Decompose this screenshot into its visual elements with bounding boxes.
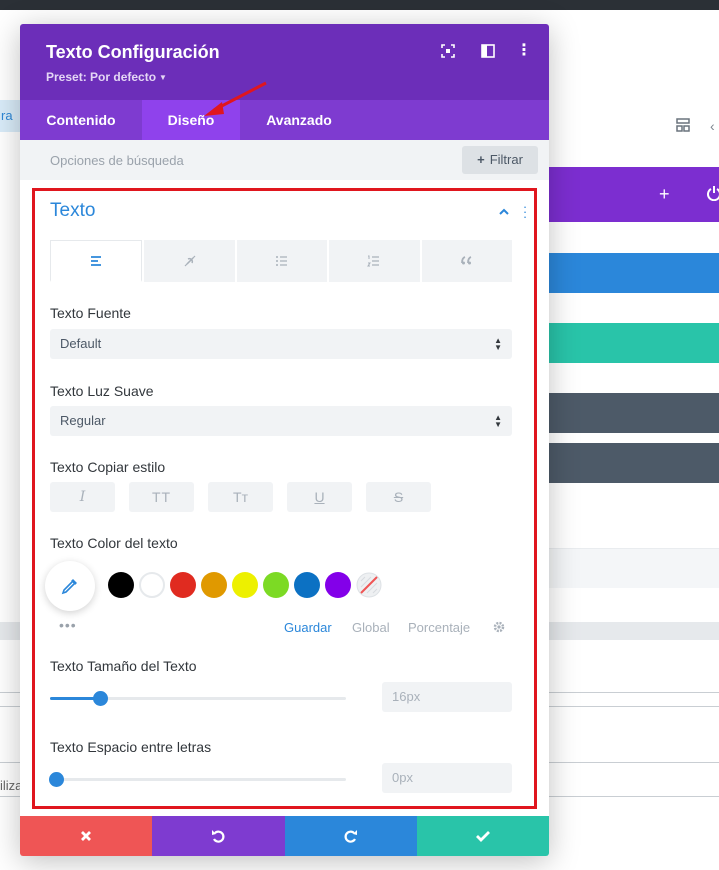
section-menu-icon[interactable]: · · · <box>522 200 528 223</box>
back-arrow-icon[interactable]: ‹ <box>710 118 715 134</box>
caret-down-icon: ▼ <box>159 73 167 82</box>
weight-value: Regular <box>60 413 106 428</box>
spacing-slider[interactable] <box>48 772 346 787</box>
more-colors-icon[interactable]: ••• <box>59 617 77 633</box>
color-swatch[interactable] <box>108 572 134 598</box>
add-icon[interactable]: + <box>659 185 670 203</box>
search-input[interactable]: Opciones de búsqueda <box>50 153 184 168</box>
weight-label: Texto Luz Suave <box>50 383 154 399</box>
numbered-list-icon[interactable] <box>329 240 420 282</box>
more-options-icon[interactable]: ⋮ <box>516 43 532 59</box>
no-color-swatch[interactable] <box>356 572 382 598</box>
color-swatch[interactable] <box>170 572 196 598</box>
power-icon[interactable] <box>706 185 719 201</box>
size-slider[interactable] <box>50 691 346 706</box>
color-swatch[interactable] <box>263 572 289 598</box>
background-text: iliza <box>0 778 20 793</box>
style-label: Texto Copiar estilo <box>50 459 166 475</box>
color-swatch[interactable] <box>232 572 258 598</box>
close-icon <box>81 831 92 841</box>
percent-color-link[interactable]: Porcentaje <box>408 620 470 635</box>
italic-button[interactable]: I <box>50 482 115 512</box>
font-label: Texto Fuente <box>50 305 131 321</box>
weight-select[interactable]: Regular ▲ ▼ <box>50 406 512 436</box>
settings-modal: Texto Configuración Preset: Por defecto ▼… <box>20 24 549 856</box>
save-button[interactable] <box>416 816 549 856</box>
section-bar <box>548 167 719 222</box>
cancel-button[interactable] <box>20 816 153 856</box>
save-color-link[interactable]: Guardar <box>284 620 332 635</box>
plus-icon: + <box>477 152 485 167</box>
background-chip: ra <box>0 100 20 132</box>
link-off-icon[interactable] <box>144 240 235 282</box>
preset-label: Preset: Por defecto <box>46 70 157 84</box>
font-select[interactable]: Default ▲ ▼ <box>50 329 512 359</box>
modal-footer <box>20 816 549 856</box>
expand-icon[interactable] <box>441 44 455 58</box>
module-bar <box>548 393 719 433</box>
layout-icon[interactable] <box>676 118 690 132</box>
select-arrows-icon: ▲ ▼ <box>494 413 502 429</box>
undo-icon <box>212 830 225 843</box>
search-bar: Opciones de búsqueda + Filtrar <box>20 140 549 180</box>
filter-button[interactable]: + Filtrar <box>462 146 538 174</box>
eyedropper-icon <box>61 579 77 595</box>
module-bar <box>548 443 719 483</box>
underline-button[interactable]: U <box>287 482 352 512</box>
bulleted-list-icon[interactable] <box>236 240 328 282</box>
undo-button[interactable] <box>152 816 285 856</box>
spacing-label: Texto Espacio entre letras <box>50 739 212 755</box>
tab-contenido[interactable]: Contenido <box>20 100 142 140</box>
top-bar <box>0 0 719 10</box>
filter-label: Filtrar <box>489 152 523 167</box>
redo-button[interactable] <box>284 816 417 856</box>
section-title[interactable]: Texto <box>50 200 95 222</box>
spacing-input[interactable]: 0px <box>382 763 512 793</box>
eyedropper-button[interactable] <box>45 561 95 611</box>
color-label: Texto Color del texto <box>50 535 178 551</box>
color-swatch[interactable] <box>139 572 165 598</box>
global-color-link[interactable]: Global <box>352 620 390 635</box>
align-left-icon[interactable] <box>50 240 143 282</box>
modal-title: Texto Configuración <box>46 42 220 62</box>
select-arrows-icon: ▲ ▼ <box>494 336 502 352</box>
size-input[interactable]: 16px <box>382 682 512 712</box>
spacing-slider-thumb[interactable] <box>48 772 64 787</box>
gear-icon[interactable] <box>492 620 506 634</box>
row-bar-teal <box>548 323 719 363</box>
annotation-arrow <box>204 81 267 116</box>
redo-icon <box>344 830 357 843</box>
color-swatch[interactable] <box>294 572 320 598</box>
tab-bar: Contenido Diseño Avanzado <box>20 100 549 140</box>
split-view-icon[interactable] <box>481 44 495 58</box>
color-swatch[interactable] <box>201 572 227 598</box>
check-icon <box>475 831 490 842</box>
color-swatch[interactable] <box>325 572 351 598</box>
row-bar-blue <box>548 253 719 293</box>
uppercase-button[interactable]: TT <box>129 482 194 512</box>
modal-header: Texto Configuración Preset: Por defecto ▼… <box>20 24 549 100</box>
text-subtabs <box>50 240 513 282</box>
size-label: Texto Tamaño del Texto <box>50 658 197 674</box>
chevron-up-icon[interactable] <box>498 206 510 218</box>
capitalize-button[interactable]: Tт <box>208 482 273 512</box>
preset-dropdown[interactable]: Preset: Por defecto ▼ <box>46 70 167 84</box>
strikethrough-button[interactable]: S <box>366 482 431 512</box>
content-row <box>548 548 719 588</box>
quote-icon[interactable] <box>421 240 513 282</box>
font-value: Default <box>60 336 102 351</box>
